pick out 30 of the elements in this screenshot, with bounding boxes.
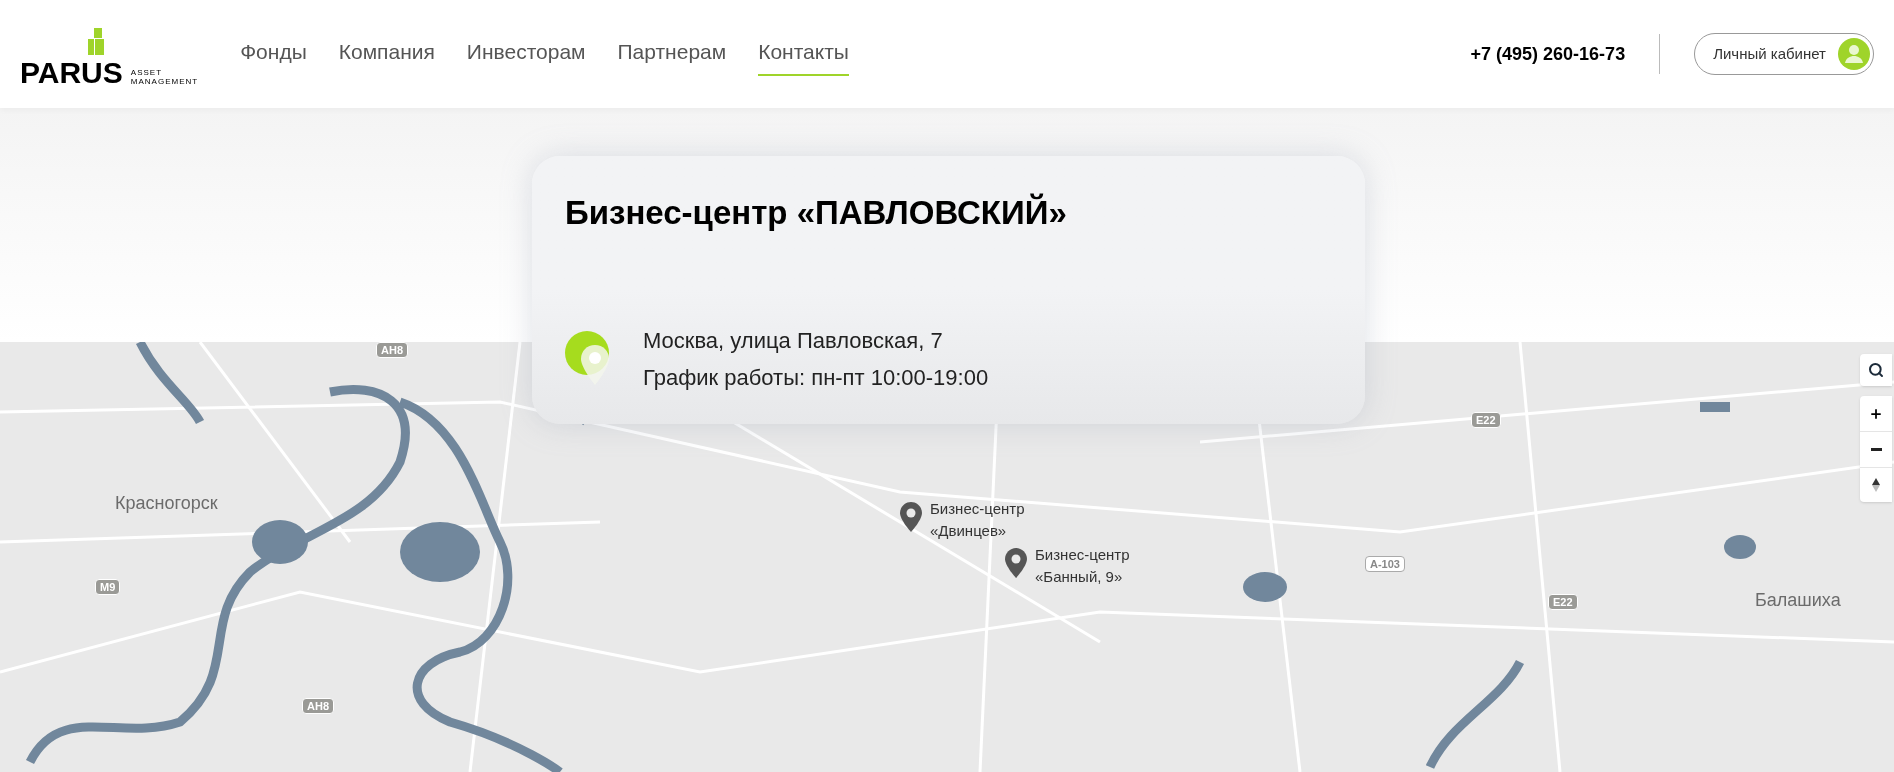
- search-icon: [1868, 362, 1884, 378]
- logo[interactable]: PARUS ASSET MANAGEMENT: [20, 28, 199, 88]
- nav-link[interactable]: Фонды: [240, 36, 307, 76]
- map-pin-icon[interactable]: [1005, 548, 1027, 578]
- compass-icon: [1872, 478, 1880, 492]
- office-label: Бизнес-центр «Банный, 9»: [1035, 545, 1131, 587]
- office-hours: График работы: пн-пт 10:00-19:00: [643, 364, 989, 392]
- map-pin-icon[interactable]: [900, 502, 922, 532]
- road-number: АН8: [302, 698, 334, 714]
- nav-link[interactable]: Партнерам: [617, 36, 727, 76]
- logo-tagline: MANAGEMENT: [130, 77, 199, 86]
- logo-tagline: ASSET: [130, 68, 164, 77]
- city-label: Красногорск: [115, 492, 218, 515]
- office-title: Бизнес-центр «ПАВЛОВСКИЙ»: [565, 192, 1068, 233]
- nav-link[interactable]: Контакты: [758, 36, 849, 76]
- logo-wordmark: PARUS: [20, 58, 123, 88]
- road-number: АН8: [376, 342, 408, 358]
- search-button[interactable]: [1860, 354, 1892, 386]
- nav-link[interactable]: Компания: [338, 36, 435, 76]
- office-label: Бизнес-центр «Двинцев»: [930, 499, 1026, 541]
- road-number: А-103: [1365, 556, 1405, 572]
- plus-icon: [1869, 406, 1883, 421]
- city-label: Балашиха: [1755, 589, 1841, 612]
- road-number: Е22: [1548, 594, 1578, 610]
- minus-icon: [1870, 448, 1882, 451]
- user-avatar-icon: [1838, 38, 1870, 70]
- road-number: М9: [95, 579, 121, 595]
- nav-link[interactable]: Инвесторам: [466, 36, 586, 76]
- road-number: Е22: [1471, 412, 1501, 428]
- phone-number[interactable]: +7 (495) 260-16-73: [1470, 40, 1626, 68]
